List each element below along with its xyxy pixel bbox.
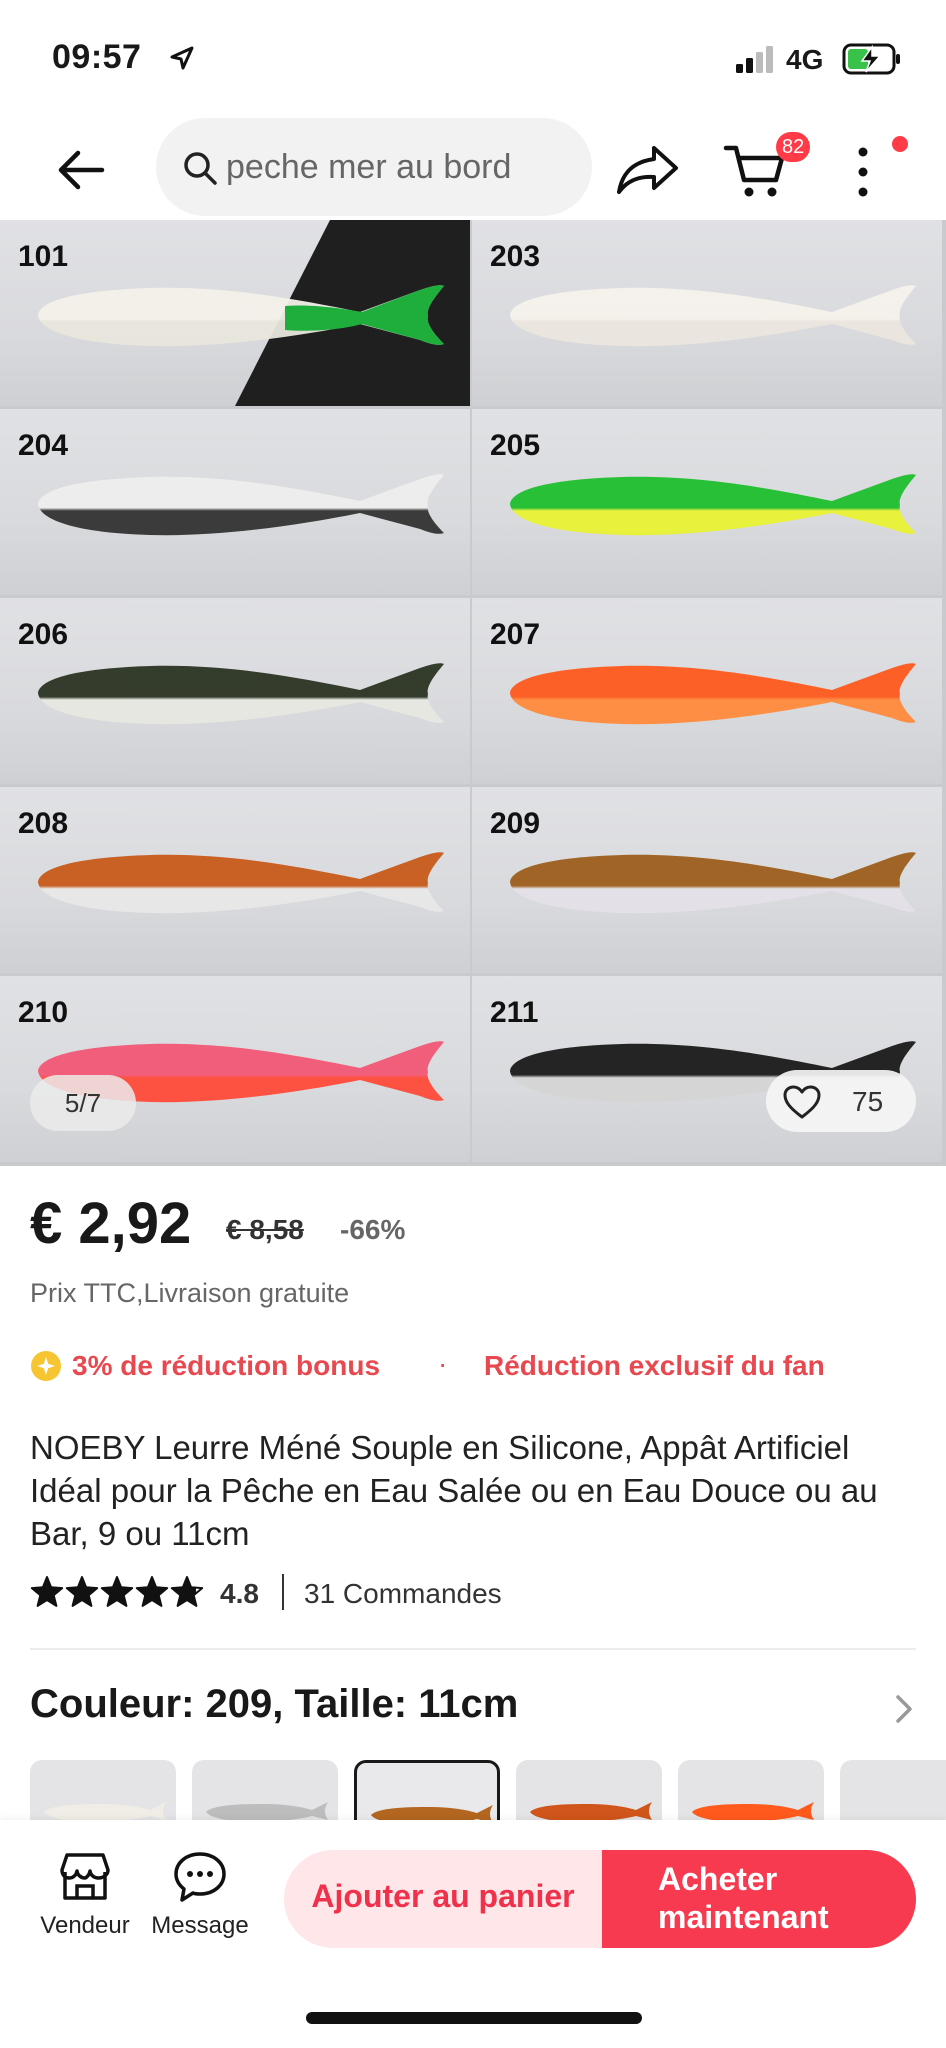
lure-image (38, 663, 444, 725)
status-time: 09:57 (52, 38, 142, 76)
lure-tile: 210 (0, 976, 470, 1162)
star-icon (100, 1576, 134, 1607)
bonus-discount-text: 3% de réduction bonus (72, 1350, 381, 1381)
lure-tile: 208 (0, 787, 470, 973)
variant-swatch[interactable] (516, 1760, 662, 1822)
lure-tile: 101 (0, 220, 470, 406)
swatch-lure-image (692, 1802, 814, 1822)
lure-color-code: 204 (18, 429, 69, 462)
share-icon[interactable] (614, 142, 682, 196)
heart-icon (783, 1085, 821, 1119)
tax-shipping-note: Prix TTC,Livraison gratuite (30, 1278, 350, 1308)
more-options-icon[interactable] (848, 142, 878, 202)
lure-image (38, 1041, 444, 1103)
fan-discount-text: Réduction exclusif du fan (484, 1350, 825, 1381)
star-rating-icon (30, 1576, 204, 1607)
current-price: € 2,92 (30, 1191, 192, 1256)
cart-count-badge: 82 (776, 132, 811, 162)
back-arrow-icon[interactable] (52, 140, 112, 200)
battery-charging-icon (842, 43, 900, 75)
lure-image (38, 220, 470, 406)
search-bar[interactable]: peche mer au bord (156, 118, 592, 216)
lure-image (38, 852, 444, 914)
product-gallery[interactable]: 101 203 204 205 206 207 208 209 210 211 5/7 75 (0, 220, 946, 1166)
variant-swatch[interactable] (678, 1760, 824, 1822)
lure-color-code: 101 (18, 240, 69, 273)
promo-separator: · (438, 1348, 448, 1379)
product-title: NOEBY Leurre Méné Souple en Silicone, Ap… (30, 1429, 878, 1552)
search-query-text: peche mer au bord (226, 148, 512, 186)
lure-tile: 204 (0, 409, 470, 595)
rating-divider (282, 1574, 284, 1610)
buy-now-label: Acheter maintenant (658, 1861, 829, 1935)
chat-bubble-icon (174, 1852, 226, 1902)
lure-color-code: 205 (490, 429, 541, 462)
location-arrow-icon (170, 46, 194, 70)
swatch-lure-image (371, 1805, 493, 1822)
lure-tile: 211 (472, 976, 942, 1162)
notification-dot (892, 136, 908, 152)
home-indicator (306, 2012, 642, 2024)
lure-tile: 209 (472, 787, 942, 973)
variant-swatch-selected[interactable] (354, 1760, 500, 1822)
store-icon (60, 1853, 110, 1900)
lure-color-code: 206 (18, 618, 69, 651)
swatch-lure-image (530, 1802, 652, 1822)
rating-value: 4.8 (220, 1578, 259, 1609)
lure-tile: 205 (472, 409, 942, 595)
section-divider (30, 1648, 916, 1650)
lure-image (510, 285, 916, 347)
chevron-right-icon[interactable] (892, 1692, 916, 1726)
lure-color-code: 208 (18, 807, 69, 840)
vendor-label: Vendeur (40, 1912, 130, 1939)
lure-color-code: 211 (490, 996, 539, 1029)
lure-image (510, 663, 916, 725)
lure-tile: 203 (472, 220, 942, 406)
star-icon (135, 1576, 169, 1607)
variant-swatch[interactable] (840, 1760, 946, 1822)
lure-color-code: 209 (490, 807, 541, 840)
add-to-cart-button[interactable]: Ajouter au panier (284, 1850, 602, 1948)
search-icon (184, 152, 217, 185)
buy-now-button[interactable]: Acheter maintenant (602, 1850, 916, 1948)
variant-swatch[interactable] (192, 1760, 338, 1822)
message-label: Message (151, 1912, 249, 1939)
status-bar: 09:57 4G (0, 0, 946, 118)
variant-swatch[interactable] (30, 1760, 176, 1822)
favorite-count: 75 (852, 1086, 884, 1117)
swatch-lure-image (44, 1802, 166, 1822)
rating-row[interactable]: 4.8 31 Commandes (30, 1572, 920, 1614)
lure-image (38, 474, 444, 536)
lure-color-code: 210 (18, 996, 69, 1029)
network-type: 4G (786, 44, 824, 75)
lure-tile: 206 (0, 598, 470, 784)
discount-percent: -66% (340, 1214, 406, 1245)
top-nav: peche mer au bord 82 (0, 118, 946, 222)
vendor-tab[interactable]: Vendeur (30, 1850, 140, 1950)
swatch-lure-image (840, 1760, 946, 1822)
lure-image (510, 1041, 916, 1103)
star-icon (65, 1576, 99, 1607)
star-icon (30, 1576, 64, 1607)
swatch-lure-image (206, 1802, 328, 1822)
lure-image (510, 474, 916, 536)
coin-icon (31, 1351, 61, 1381)
order-count: 31 Commandes (304, 1578, 502, 1609)
variant-swatch-list (0, 1756, 946, 1822)
promo-row[interactable]: 3% de réduction bonus · Réduction exclus… (30, 1346, 920, 1386)
lure-tile: 207 (472, 598, 942, 784)
lure-color-code: 203 (490, 240, 541, 273)
lure-color-code: 207 (490, 618, 541, 651)
lure-image (510, 852, 916, 914)
star-icon (170, 1576, 204, 1607)
favorite-button[interactable]: 75 (766, 1070, 916, 1132)
original-price: € 8,58 (226, 1214, 304, 1245)
signal-icon (736, 46, 773, 73)
variant-selection-title[interactable]: Couleur: 209, Taille: 11cm (30, 1682, 518, 1727)
message-tab[interactable]: Message (144, 1850, 256, 1950)
gallery-counter: 5/7 (30, 1075, 136, 1131)
add-to-cart-label: Ajouter au panier (311, 1878, 575, 1914)
